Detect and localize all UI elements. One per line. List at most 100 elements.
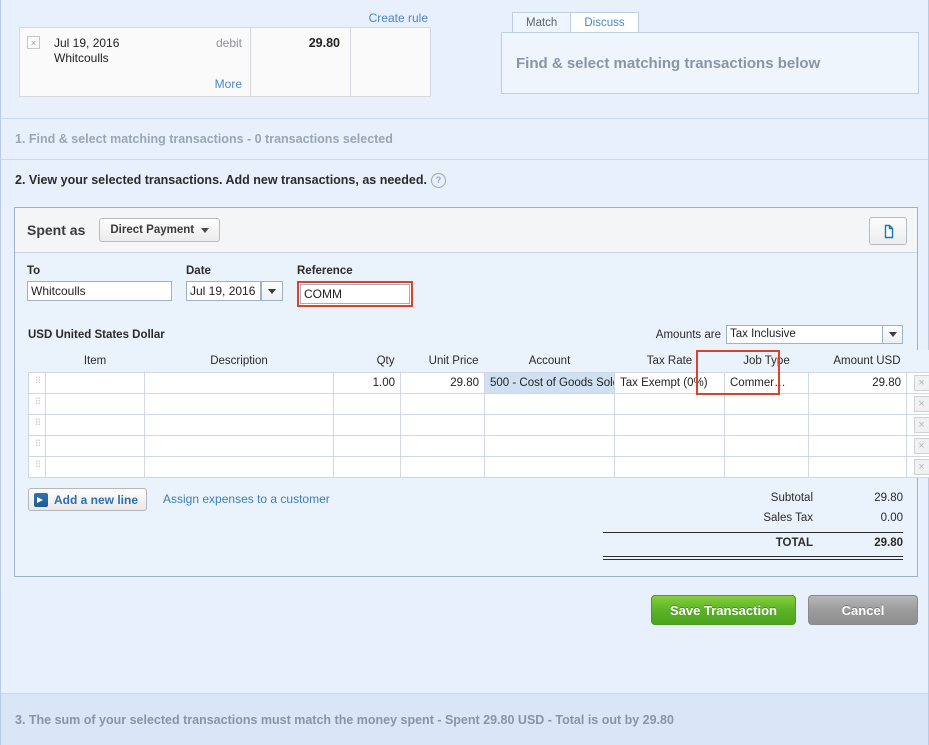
cell-tax-rate[interactable] [614,414,725,436]
cell-unit-price[interactable] [400,414,485,436]
chevron-down-icon [201,227,210,233]
cell-job-type[interactable] [724,456,809,478]
cell-unit-price[interactable] [400,393,485,415]
step-1-heading: 1. Find & select matching transactions -… [1,118,928,159]
cell-amount[interactable] [808,435,907,457]
cell-unit-price[interactable] [400,435,485,457]
cell-tax-rate[interactable]: Tax Exempt (0%) [614,372,725,394]
transaction-payee: Whitcoulls [54,51,109,65]
line-items-table-wrap: Item Description Qty Unit Price Account … [15,350,929,478]
tab-match[interactable]: Match [512,12,572,32]
delete-row-icon[interactable]: × [913,438,929,454]
cell-job-type[interactable] [724,414,809,436]
cell-tax-rate[interactable] [614,456,725,478]
th-unit-price: Unit Price [400,350,485,373]
subtotal-label: Subtotal [770,492,813,504]
row-drag-handle[interactable]: ⣿ [28,435,46,457]
add-new-line-button[interactable]: Add a new line [28,488,148,511]
delete-row-icon[interactable]: × [913,417,929,433]
payment-type-dropdown[interactable]: Direct Payment [99,218,221,242]
help-icon[interactable]: ? [430,173,446,188]
reference-input[interactable] [300,284,410,304]
cell-job-type[interactable] [724,393,809,415]
cell-tax-rate[interactable] [614,393,725,415]
cell-description[interactable] [144,414,334,436]
line-items-body: ⣿ 1.00 29.80 500 - Cost of Goods Sold Ta… [28,372,929,478]
table-row: ⣿ × [28,414,929,436]
amounts-are-select[interactable]: Tax Inclusive [726,325,903,344]
cancel-button[interactable]: Cancel [808,595,918,625]
row-drag-handle[interactable]: ⣿ [28,414,46,436]
grip-icon: ⣿ [34,418,43,425]
cell-unit-price[interactable]: 29.80 [400,372,485,394]
cell-account[interactable] [484,435,615,457]
cell-item[interactable] [45,414,145,436]
cell-amount[interactable] [808,456,907,478]
cell-item[interactable] [45,435,145,457]
th-qty: Qty [333,350,401,373]
chevron-down-icon [268,288,276,294]
th-description: Description [144,350,334,373]
save-transaction-button[interactable]: Save Transaction [651,595,796,625]
row-drag-handle[interactable]: ⣿ [28,393,46,415]
cell-description[interactable] [144,393,334,415]
date-input-wrap [186,281,283,301]
cell-delete: × [906,414,929,436]
cell-description[interactable] [144,456,334,478]
cell-job-type[interactable] [724,435,809,457]
date-input[interactable] [186,281,261,301]
row-drag-handle[interactable]: ⣿ [28,456,46,478]
amounts-are-dropdown-button[interactable] [882,326,902,343]
cell-account[interactable]: 500 - Cost of Goods Sold [484,372,615,394]
delete-row-icon[interactable]: × [913,459,929,475]
to-input[interactable] [27,281,172,301]
cell-amount[interactable]: 29.80 [808,372,907,394]
cell-item[interactable] [45,393,145,415]
cell-qty[interactable]: 1.00 [333,372,401,394]
cell-qty[interactable] [333,414,401,436]
cell-item[interactable] [45,372,145,394]
line-items-table: Item Description Qty Unit Price Account … [28,350,929,478]
add-new-line-label: Add a new line [54,492,139,507]
cell-account[interactable] [484,456,615,478]
more-link[interactable]: More [215,77,242,91]
cell-qty[interactable] [333,435,401,457]
row-drag-handle[interactable]: ⣿ [28,372,46,394]
total-row: TOTAL 29.80 [603,533,903,553]
tab-discuss[interactable]: Discuss [570,12,639,32]
create-rule-link[interactable]: Create rule [369,11,428,25]
assign-expenses-link[interactable]: Assign expenses to a customer [163,492,330,506]
close-icon[interactable]: × [27,36,40,49]
transaction-details-column: × Jul 19, 2016 Whitcoulls debit More [20,28,251,96]
cell-job-type[interactable]: Commer… [724,372,809,394]
th-delete [906,350,929,373]
copy-icon-button[interactable] [869,217,907,245]
delete-row-icon[interactable]: × [913,375,929,391]
transaction-form-panel: Spent as Direct Payment To Date [14,207,929,577]
chevron-down-icon [888,332,897,337]
cell-account[interactable] [484,393,615,415]
cell-item[interactable] [45,456,145,478]
cell-delete: × [906,456,929,478]
cell-unit-price[interactable] [400,456,485,478]
table-header-row: Item Description Qty Unit Price Account … [28,350,929,373]
date-field-group: Date [186,265,283,307]
match-panel-body: Find & select matching transactions belo… [501,32,919,94]
table-row: ⣿ × [28,456,929,478]
cell-account[interactable] [484,414,615,436]
cell-qty[interactable] [333,456,401,478]
transaction-amount: 29.80 [251,28,351,96]
cell-amount[interactable] [808,393,907,415]
cell-qty[interactable] [333,393,401,415]
amounts-are-group: Amounts are Tax Inclusive [656,325,903,344]
date-picker-button[interactable] [261,281,283,301]
to-label: To [27,265,41,277]
cell-description[interactable] [144,372,334,394]
grip-icon: ⣿ [34,439,43,446]
form-fields-row: To Date Reference [15,253,917,325]
delete-row-icon[interactable]: × [913,396,929,412]
th-handle [28,350,46,373]
cell-tax-rate[interactable] [614,435,725,457]
cell-amount[interactable] [808,414,907,436]
cell-description[interactable] [144,435,334,457]
